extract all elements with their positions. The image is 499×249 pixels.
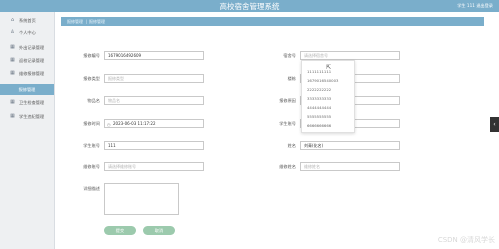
- home-icon: ⌂: [10, 17, 15, 23]
- cursor-icon: ⇱: [326, 64, 332, 71]
- sidebar-item-label: 个人中心: [19, 30, 36, 35]
- dorm-no-label: 宿舍号: [283, 53, 296, 58]
- sidebar-item-label: 外出记录管理: [19, 45, 45, 50]
- watermark: CSDN @清风学长: [437, 236, 495, 244]
- report-time-value: 2023-06-03 11:17:22: [113, 121, 156, 126]
- dropdown-option[interactable]: 6666666666: [307, 123, 331, 128]
- sidebar-subitem-repair-manage[interactable]: 报修管理: [0, 84, 54, 95]
- remark-label: 详细描述: [83, 186, 100, 191]
- report-no-label: 报修编号: [83, 53, 100, 58]
- remark-textarea[interactable]: [104, 183, 179, 215]
- report-time-label: 报修时间: [83, 121, 100, 126]
- sidebar-item-label: 维修报修管理: [19, 71, 45, 76]
- staff-no-label: 维修账号: [83, 164, 100, 169]
- submit-button[interactable]: 提交: [104, 226, 136, 235]
- sidebar-item-label: 返校记录管理: [19, 58, 45, 63]
- user-icon: ♙: [10, 29, 15, 35]
- grid-icon: ▦: [10, 57, 15, 63]
- item-name-label: 物品名: [87, 98, 100, 103]
- report-type-input[interactable]: 报修类型: [104, 74, 204, 83]
- name-label: 姓名: [287, 143, 296, 148]
- item-name-input[interactable]: 物品名: [104, 96, 204, 105]
- staff-name-input[interactable]: 维修姓名: [300, 162, 400, 171]
- calendar-icon: ◷: [107, 122, 111, 127]
- building-label: 楼栋: [287, 76, 296, 81]
- grid-icon: ▦: [10, 70, 15, 76]
- student-no-label: 学生账号: [83, 143, 100, 148]
- staff-no-select[interactable]: 请选择维修账号: [104, 162, 204, 171]
- dropdown-option[interactable]: 5555555555: [307, 114, 331, 119]
- sidebar-item-profile[interactable]: ♙ 个人中心: [0, 27, 54, 38]
- grid-icon: ▦: [10, 44, 15, 50]
- student-no-right-label: 学生账号: [279, 121, 296, 126]
- dropdown-option[interactable]: 1679016540003: [307, 78, 338, 83]
- staff-name-label: 维修姓名: [279, 164, 296, 169]
- app-title: 高校宿舍管理系统: [219, 2, 280, 11]
- user-info[interactable]: 学生 111 退出登录: [457, 3, 493, 9]
- sidebar: ⌂ 系统首页 ♙ 个人中心 ▦ 外出记录管理 ▦ 返校记录管理 ▦ 维修报修管理…: [0, 12, 55, 249]
- report-no-input[interactable]: 1679016492609: [104, 51, 204, 60]
- breadcrumb: 报修管理 | 报修管理: [61, 17, 484, 26]
- breadcrumb-second: 报修管理: [89, 19, 105, 24]
- name-input[interactable]: 刘青(化名): [300, 141, 400, 150]
- sidebar-item-hygiene[interactable]: ▦ 卫生检查管理: [0, 97, 54, 108]
- repair-reason-label: 报修原因: [279, 98, 296, 103]
- dropdown-option[interactable]: 2222222222: [307, 87, 331, 92]
- breadcrumb-first[interactable]: 报修管理: [67, 19, 83, 25]
- top-bar: 高校宿舍管理系统 学生 111 退出登录: [0, 0, 499, 12]
- dropdown-option[interactable]: 3333333333: [307, 96, 331, 101]
- report-type-label: 报修类型: [83, 76, 100, 81]
- dorm-no-select[interactable]: 请选择宿舍号: [300, 51, 400, 60]
- student-no-input[interactable]: 111: [104, 141, 204, 150]
- sidebar-item-label: 学生违纪管理: [19, 114, 45, 119]
- grid-icon: ▦: [10, 99, 15, 105]
- breadcrumb-separator: |: [86, 19, 88, 24]
- dropdown-option[interactable]: 4444444444: [307, 105, 331, 110]
- sidebar-item-discipline[interactable]: ▦ 学生违纪管理: [0, 111, 54, 122]
- sidebar-item-label: 卫生检查管理: [19, 100, 45, 105]
- sidebar-item-repair[interactable]: ▦ 维修报修管理: [0, 68, 54, 79]
- report-time-input[interactable]: ◷ 2023-06-03 11:17:22: [104, 119, 204, 128]
- cancel-button[interactable]: 取消: [143, 226, 175, 235]
- sidebar-item-outing[interactable]: ▦ 外出记录管理: [0, 42, 54, 53]
- side-collapse-tab[interactable]: ‹: [490, 117, 499, 132]
- sidebar-item-return[interactable]: ▦ 返校记录管理: [0, 55, 54, 66]
- sidebar-item-label: 报修管理: [18, 87, 36, 92]
- grid-icon: ▦: [10, 113, 15, 119]
- sidebar-item-home[interactable]: ⌂ 系统首页: [0, 15, 54, 26]
- sidebar-item-label: 系统首页: [19, 18, 36, 23]
